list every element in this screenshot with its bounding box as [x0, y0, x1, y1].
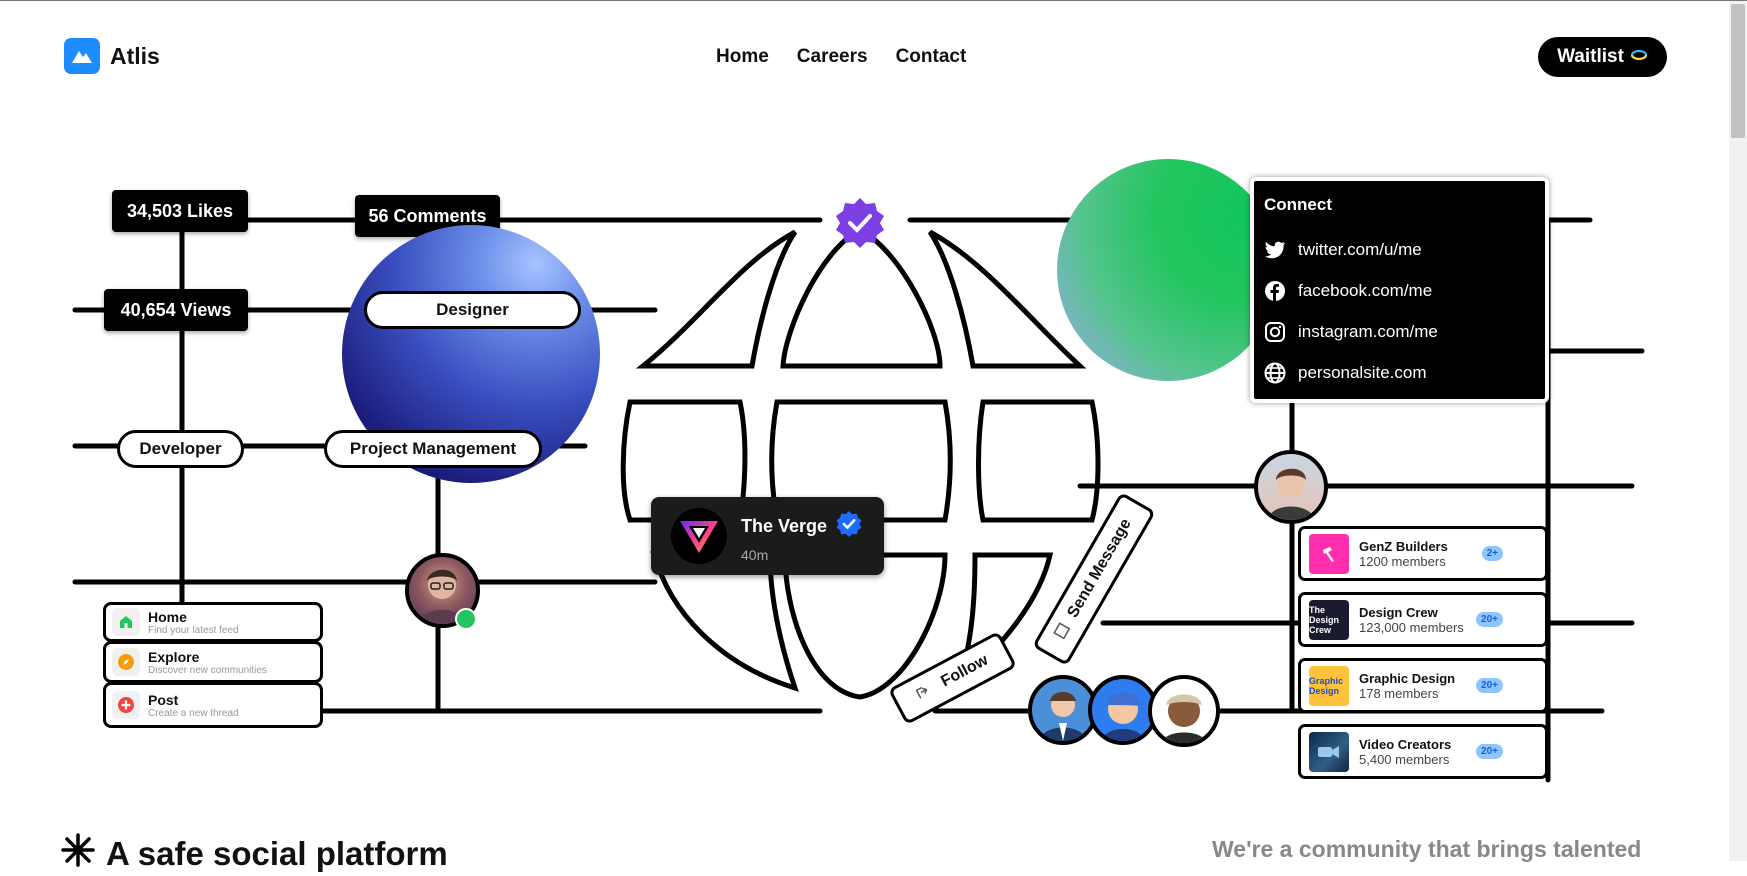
post-card[interactable]: The Verge 40m: [651, 497, 884, 575]
verified-icon: [835, 510, 863, 543]
spinner-icon: [1630, 46, 1648, 68]
verified-badge-icon: [833, 196, 887, 250]
design-crew-logo: The Design Crew: [1309, 599, 1349, 640]
green-orb: [1057, 159, 1279, 381]
user-plus-icon: [913, 680, 938, 705]
community-card[interactable]: Video Creators 5,400 members 20+: [1298, 724, 1548, 779]
section-title: A safe social platform: [60, 832, 448, 876]
facebook-link[interactable]: facebook.com/me: [1264, 270, 1535, 311]
community-badge: 20+: [1476, 612, 1503, 627]
community-name: GenZ Builders: [1359, 538, 1448, 554]
section-title-text: A safe social platform: [106, 835, 448, 872]
nav-careers[interactable]: Careers: [797, 46, 868, 68]
menu-item-home[interactable]: Home Find your latest feed: [103, 602, 323, 642]
nav-contact[interactable]: Contact: [896, 46, 967, 68]
graphic-design-logo: Graphic Design: [1309, 665, 1349, 706]
community-badge: 2+: [1481, 546, 1503, 561]
community-members: 1200 members: [1359, 553, 1446, 569]
compass-icon: [112, 648, 140, 676]
website-link[interactable]: personalsite.com: [1264, 352, 1535, 393]
menu-explore-title: Explore: [148, 648, 200, 665]
website-link-text: personalsite.com: [1298, 362, 1427, 382]
post-time: 40m: [741, 546, 769, 563]
brand-name: Atlis: [110, 42, 160, 69]
likes-badge: 34,503 Likes: [112, 190, 248, 232]
hammer-icon: [1309, 533, 1349, 574]
community-badge: 20+: [1476, 678, 1503, 693]
main-nav: Home Careers Contact: [716, 46, 966, 68]
community-name: Video Creators: [1359, 736, 1452, 752]
online-status-dot: [455, 608, 477, 630]
follower-avatar-3[interactable]: [1148, 675, 1220, 747]
verge-logo-icon: [671, 508, 727, 564]
facebook-link-text: facebook.com/me: [1298, 280, 1433, 300]
community-members: 5,400 members: [1359, 751, 1450, 767]
member-avatar[interactable]: [1254, 450, 1328, 524]
nav-home[interactable]: Home: [716, 46, 769, 68]
mountain-icon: [64, 38, 100, 74]
menu-item-post[interactable]: Post Create a new thread: [103, 682, 323, 728]
connect-title: Connect: [1264, 195, 1332, 214]
community-card[interactable]: GenZ Builders 1200 members 2+: [1298, 526, 1548, 581]
menu-explore-subtitle: Discover new communities: [148, 664, 267, 676]
community-badge: 20+: [1476, 744, 1503, 759]
globe-icon: [1264, 362, 1286, 384]
waitlist-button[interactable]: Waitlist: [1538, 37, 1667, 77]
video-creators-image: [1309, 731, 1349, 772]
post-author: The Verge: [741, 515, 828, 536]
section-description: We're a community that brings talented: [1212, 836, 1642, 862]
community-name: Graphic Design: [1359, 670, 1456, 686]
connect-card: Connect twitter.com/u/me facebook.com/me…: [1250, 177, 1549, 403]
developer-tag[interactable]: Developer: [117, 430, 244, 468]
project-management-tag[interactable]: Project Management: [324, 430, 542, 468]
community-members: 123,000 members: [1359, 619, 1464, 635]
plus-icon: [112, 691, 140, 719]
instagram-link-text: instagram.com/me: [1298, 321, 1438, 341]
menu-item-explore[interactable]: Explore Discover new communities: [103, 641, 323, 683]
menu-post-title: Post: [148, 691, 179, 708]
designer-tag[interactable]: Designer: [364, 291, 581, 329]
message-icon: [1052, 621, 1075, 643]
menu-post-subtitle: Create a new thread: [148, 707, 239, 719]
asterisk-icon: [60, 832, 96, 876]
community-name: Design Crew: [1359, 604, 1438, 620]
twitter-link-text: twitter.com/u/me: [1298, 239, 1422, 259]
instagram-icon: [1264, 321, 1286, 343]
brand-logo[interactable]: Atlis: [64, 38, 160, 74]
scrollbar-thumb[interactable]: [1731, 4, 1745, 138]
community-members: 178 members: [1359, 685, 1439, 701]
menu-home-title: Home: [148, 608, 187, 625]
home-icon: [112, 608, 140, 636]
views-badge: 40,654 Views: [104, 289, 248, 331]
waitlist-label: Waitlist: [1557, 46, 1624, 67]
community-card[interactable]: Graphic Design Graphic Design 178 member…: [1298, 658, 1548, 713]
community-card[interactable]: The Design Crew Design Crew 123,000 memb…: [1298, 592, 1548, 647]
instagram-link[interactable]: instagram.com/me: [1264, 311, 1535, 352]
twitter-icon: [1264, 239, 1286, 261]
facebook-icon: [1264, 280, 1286, 302]
menu-home-subtitle: Find your latest feed: [148, 624, 239, 636]
twitter-link[interactable]: twitter.com/u/me: [1264, 229, 1535, 270]
